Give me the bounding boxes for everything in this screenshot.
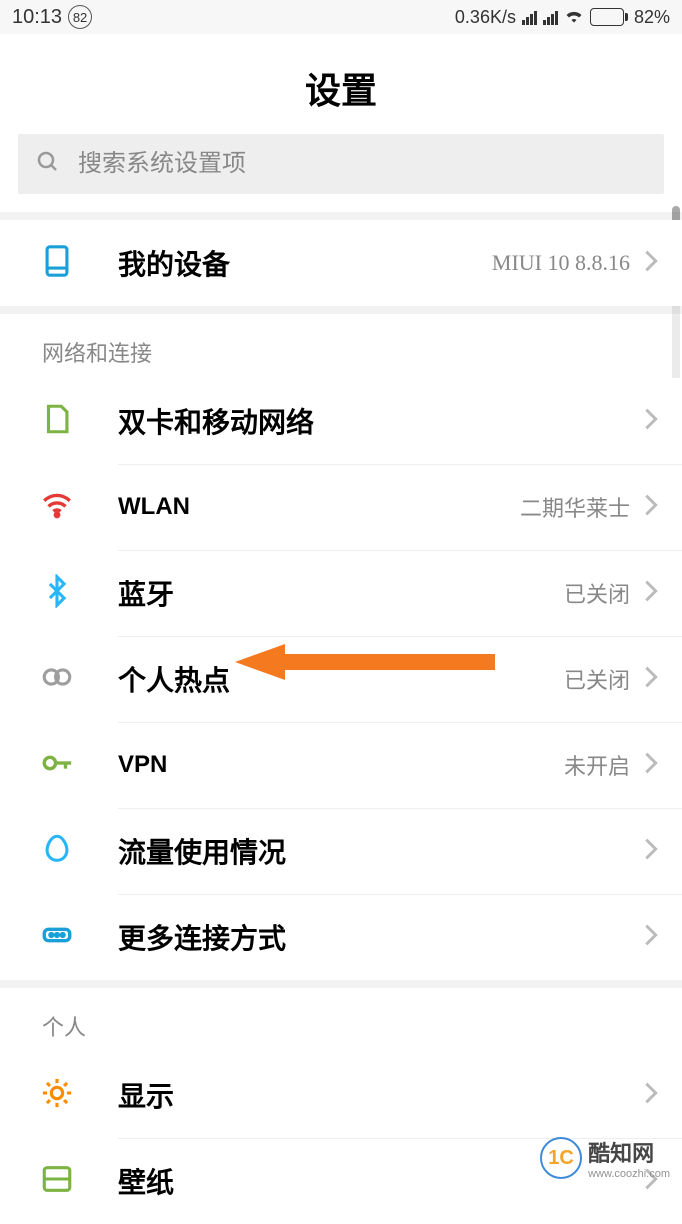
row-label: 蓝牙 xyxy=(118,573,564,613)
chevron-right-icon xyxy=(644,249,658,278)
page-title: 设置 xyxy=(0,62,682,114)
section-header-personal: 个人 xyxy=(0,988,682,1052)
search-wrap xyxy=(0,134,682,212)
row-label: 流量使用情况 xyxy=(118,831,630,871)
row-display[interactable]: 显示 xyxy=(0,1052,682,1138)
row-wlan[interactable]: WLAN 二期华莱士 xyxy=(0,464,682,550)
status-badge: 82 xyxy=(68,5,92,29)
status-left: 10:13 82 xyxy=(12,5,92,29)
row-vpn[interactable]: VPN 未开启 xyxy=(0,722,682,808)
status-time: 10:13 xyxy=(12,6,62,29)
row-label: 双卡和移动网络 xyxy=(118,401,630,441)
chevron-right-icon xyxy=(644,665,658,694)
row-value: 已关闭 xyxy=(564,663,630,695)
row-label: 个人热点 xyxy=(118,659,564,699)
row-value: MIUI 10 8.8.16 xyxy=(492,250,630,276)
watermark-text: 酷知网 xyxy=(588,1136,670,1168)
wallpaper-icon xyxy=(40,1162,74,1201)
chevron-right-icon xyxy=(644,837,658,866)
watermark: 1C 酷知网 www.coozhi.com xyxy=(540,1136,670,1180)
row-label: WLAN xyxy=(118,493,520,521)
chevron-right-icon xyxy=(644,1081,658,1110)
chevron-right-icon xyxy=(644,579,658,608)
row-hotspot[interactable]: 个人热点 已关闭 xyxy=(0,636,682,722)
section-header-network: 网络和连接 xyxy=(0,314,682,378)
battery-pct: 82% xyxy=(634,7,670,28)
chevron-right-icon xyxy=(644,923,658,952)
row-value: 二期华莱士 xyxy=(520,491,630,523)
row-my-device[interactable]: 我的设备 MIUI 10 8.8.16 xyxy=(0,220,682,306)
more-icon xyxy=(40,918,74,957)
watermark-logo: 1C xyxy=(540,1137,582,1179)
wifi-icon xyxy=(40,488,74,527)
chevron-right-icon xyxy=(644,751,658,780)
vpn-key-icon xyxy=(40,746,74,785)
row-label: 我的设备 xyxy=(118,243,492,283)
status-bar: 10:13 82 0.36K/s 82% xyxy=(0,0,682,34)
sim-icon xyxy=(40,402,74,441)
header: 设置 xyxy=(0,34,682,134)
search-icon xyxy=(36,150,60,179)
row-label: VPN xyxy=(118,751,564,779)
settings-list: 我的设备 MIUI 10 8.8.16 网络和连接 双卡和移动网络 WLAN 二… xyxy=(0,212,682,1224)
row-value: 未开启 xyxy=(564,749,630,781)
status-right: 0.36K/s 82% xyxy=(455,7,670,28)
chevron-right-icon xyxy=(644,407,658,436)
wifi-icon xyxy=(564,7,584,28)
bluetooth-icon xyxy=(40,574,74,613)
chevron-right-icon xyxy=(644,493,658,522)
row-label: 更多连接方式 xyxy=(118,917,630,957)
status-net-speed: 0.36K/s xyxy=(455,7,516,28)
watermark-url: www.coozhi.com xyxy=(588,1168,670,1180)
signal-sim1-icon xyxy=(522,9,537,25)
display-icon xyxy=(40,1076,74,1115)
device-icon xyxy=(40,244,74,283)
battery-icon xyxy=(590,8,628,26)
row-label: 显示 xyxy=(118,1075,644,1115)
search-input[interactable] xyxy=(78,151,646,178)
row-data-usage[interactable]: 流量使用情况 xyxy=(0,808,682,894)
data-usage-icon xyxy=(40,832,74,871)
search-box[interactable] xyxy=(18,134,664,194)
row-bluetooth[interactable]: 蓝牙 已关闭 xyxy=(0,550,682,636)
hotspot-icon xyxy=(40,660,74,699)
row-value: 已关闭 xyxy=(564,577,630,609)
row-more-connections[interactable]: 更多连接方式 xyxy=(0,894,682,980)
signal-sim2-icon xyxy=(543,9,558,25)
row-sim-mobile[interactable]: 双卡和移动网络 xyxy=(0,378,682,464)
